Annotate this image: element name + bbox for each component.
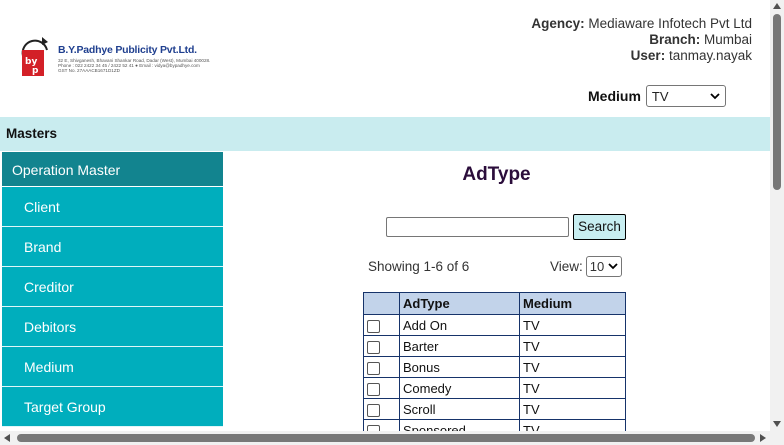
row-select-cell: [363, 314, 400, 336]
session-info: Agency: Mediaware Infotech Pvt Ltd Branc…: [531, 16, 752, 64]
row-select-cell: [363, 356, 400, 378]
sidebar-item-client[interactable]: Client: [2, 187, 223, 227]
adtype-cell: Barter: [399, 335, 520, 357]
medium-cell: TV: [519, 398, 626, 420]
sidebar-item-debitors[interactable]: Debitors: [2, 307, 223, 347]
row-select-cell: [363, 398, 400, 420]
row-checkbox[interactable]: [367, 340, 380, 354]
agency-label: Agency:: [531, 16, 585, 31]
branch-value: Mumbai: [703, 32, 752, 47]
scroll-left-arrow-icon[interactable]: [4, 434, 10, 442]
view-select[interactable]: 10: [585, 256, 622, 277]
adtype-cell: Bonus: [399, 356, 520, 378]
scroll-right-arrow-icon[interactable]: [760, 434, 766, 442]
agency-value: Mediaware Infotech Pvt Ltd: [588, 16, 752, 31]
horizontal-scrollbar[interactable]: [0, 431, 784, 445]
sidebar-heading-operation-master[interactable]: Operation Master: [2, 152, 223, 187]
table-header-row: AdType Medium: [363, 292, 626, 315]
logo-company-name: B.Y.Padhye Publicity Pvt.Ltd.: [58, 44, 197, 56]
sidebar: Operation Master Client Brand Creditor D…: [2, 152, 223, 432]
branch-line: Branch: Mumbai: [531, 32, 752, 48]
vertical-scroll-thumb[interactable]: [773, 14, 781, 190]
masters-bar: Masters: [0, 117, 770, 151]
table-row: Comedy TV: [363, 377, 626, 399]
medium-cell: TV: [519, 356, 626, 378]
horizontal-scroll-thumb[interactable]: [17, 434, 755, 442]
table-row: Add On TV: [363, 314, 626, 336]
adtype-cell: Scroll: [399, 398, 520, 420]
adtype-cell: Add On: [399, 314, 520, 336]
chevron-down-icon: [608, 263, 618, 270]
adtype-column-header[interactable]: AdType: [399, 292, 520, 315]
table-row: Scroll TV: [363, 398, 626, 420]
company-logo: by p B.Y.Padhye Publicity Pvt.Ltd. 32 E,…: [20, 30, 215, 80]
user-value: tanmay.nayak: [668, 48, 752, 63]
vertical-scrollbar[interactable]: [770, 0, 784, 431]
user-label: User:: [630, 48, 666, 63]
agency-line: Agency: Mediaware Infotech Pvt Ltd: [531, 16, 752, 32]
table-row: Bonus TV: [363, 356, 626, 378]
scroll-up-arrow-icon[interactable]: [773, 3, 781, 9]
branch-label: Branch:: [649, 32, 701, 47]
masters-label[interactable]: Masters: [6, 126, 57, 141]
search-input[interactable]: [386, 217, 569, 237]
logo-gst: GST No. 27AAACB1671D1ZD: [58, 68, 120, 73]
main-content: AdType Search Showing 1-6 of 6 View: 10 …: [223, 152, 770, 432]
sidebar-item-target-group[interactable]: Target Group: [2, 387, 223, 427]
sidebar-item-medium[interactable]: Medium: [2, 347, 223, 387]
medium-label: Medium: [588, 88, 641, 104]
logo-mark-icon: by p: [21, 37, 48, 76]
view-select-value: 10: [589, 259, 605, 274]
medium-selector: Medium TV: [588, 85, 726, 107]
row-select-cell: [363, 377, 400, 399]
medium-cell: TV: [519, 335, 626, 357]
table-row: Barter TV: [363, 335, 626, 357]
sidebar-item-brand[interactable]: Brand: [2, 227, 223, 267]
user-line: User: tanmay.nayak: [531, 48, 752, 64]
chevron-down-icon: [710, 92, 720, 99]
page-title: AdType: [462, 164, 531, 185]
select-column-header: [363, 292, 400, 315]
row-checkbox[interactable]: [367, 319, 380, 333]
sidebar-item-creditor[interactable]: Creditor: [2, 267, 223, 307]
pagination-summary: Showing 1-6 of 6: [368, 259, 470, 274]
medium-column-header[interactable]: Medium: [519, 292, 626, 315]
view-selector: View: 10: [550, 256, 622, 277]
adtype-table: AdType Medium Add On TV Barter TV Bonus …: [363, 292, 626, 432]
header: by p B.Y.Padhye Publicity Pvt.Ltd. 32 E,…: [0, 0, 770, 117]
medium-select[interactable]: TV: [645, 85, 726, 107]
row-checkbox[interactable]: [367, 403, 380, 417]
medium-select-value: TV: [651, 88, 669, 104]
medium-cell: TV: [519, 377, 626, 399]
view-label: View:: [550, 259, 583, 274]
row-checkbox[interactable]: [367, 382, 380, 396]
adtype-cell: Comedy: [399, 377, 520, 399]
medium-cell: TV: [519, 314, 626, 336]
scroll-down-arrow-icon[interactable]: [773, 421, 781, 427]
row-select-cell: [363, 335, 400, 357]
row-checkbox[interactable]: [367, 361, 380, 375]
svg-text:p: p: [32, 66, 39, 76]
search-button[interactable]: Search: [573, 214, 626, 240]
